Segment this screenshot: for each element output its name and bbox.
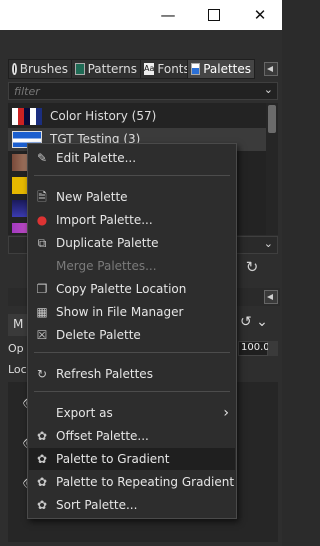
chevron-right-icon: › — [223, 405, 229, 421]
menu-item-label: Duplicate Palette — [56, 236, 159, 250]
window-titlebar: — ✕ — [0, 0, 282, 30]
delete-icon: ☒ — [36, 328, 48, 342]
lock-label: Loc — [8, 363, 27, 376]
tab-patterns[interactable]: Patterns — [71, 59, 141, 79]
edit-icon: ✎ — [36, 151, 48, 165]
menu-item-import-palette[interactable]: ● Import Palette... — [29, 209, 235, 231]
menu-item-show-in-file-manager[interactable]: ▦ Show in File Manager — [29, 301, 235, 323]
opacity-label: Op — [8, 342, 24, 355]
menu-item-label: Offset Palette... — [56, 429, 149, 443]
menu-item-sort-palette[interactable]: ✿ Sort Palette... — [29, 494, 235, 516]
menu-item-label: Palette to Gradient — [56, 452, 170, 466]
menu-item-label: Show in File Manager — [56, 305, 184, 319]
menu-item-label: Delete Palette — [56, 328, 141, 342]
fonts-icon: Aa — [144, 63, 155, 75]
plugin-icon: ✿ — [36, 475, 48, 489]
refresh-icon: ↻ — [36, 367, 48, 381]
mode-label: M — [13, 317, 24, 331]
palette-label: Color History (57) — [50, 109, 157, 123]
tab-patterns-label: Patterns — [87, 62, 137, 76]
menu-separator — [34, 352, 230, 353]
plugin-icon: ✿ — [36, 452, 48, 466]
menu-item-label: Copy Palette Location — [56, 282, 187, 296]
filter-input[interactable]: filter ⌄ — [8, 82, 278, 100]
menu-item-copy-palette-location[interactable]: ❐ Copy Palette Location — [29, 278, 235, 300]
menu-item-label: Sort Palette... — [56, 498, 138, 512]
menu-item-duplicate-palette[interactable]: ⧉ Duplicate Palette — [29, 232, 235, 254]
folder-icon: ▦ — [36, 305, 48, 319]
tab-palettes-label: Palettes — [203, 62, 251, 76]
menu-separator — [34, 175, 230, 176]
palette-context-menu: ✎ Edit Palette... 🗎 New Palette ● Import… — [27, 143, 237, 519]
close-icon[interactable]: ✕ — [237, 0, 283, 30]
opacity-spinner[interactable] — [268, 341, 278, 356]
palette-list-scrollbar[interactable] — [266, 103, 278, 235]
mode-select[interactable]: M — [8, 314, 28, 336]
palettes-icon — [191, 63, 201, 75]
patterns-icon — [75, 63, 85, 75]
tab-palettes[interactable]: Palettes — [187, 59, 255, 79]
menu-item-label: Merge Palettes... — [56, 259, 157, 273]
scrollbar-thumb[interactable] — [268, 105, 276, 133]
minimize-icon[interactable]: — — [145, 0, 191, 30]
palette-item[interactable]: Color History (57) — [8, 105, 266, 128]
menu-item-export-as[interactable]: Export as › — [29, 402, 235, 424]
dock-menu-button[interactable] — [264, 290, 278, 304]
refresh-icon[interactable]: ↻ — [242, 258, 262, 278]
brushes-icon — [12, 63, 17, 75]
chevron-down-icon[interactable]: ⌄ — [264, 83, 273, 96]
menu-item-new-palette[interactable]: 🗎 New Palette — [29, 186, 235, 208]
filter-placeholder: filter — [14, 85, 40, 98]
mode-reset-icon[interactable]: ↺ ⌄ — [240, 314, 278, 336]
copy-icon: ❐ — [36, 282, 48, 296]
menu-item-delete-palette[interactable]: ☒ Delete Palette — [29, 324, 235, 346]
menu-item-palette-to-gradient[interactable]: ✿ Palette to Gradient — [29, 448, 235, 470]
merge-icon — [35, 259, 49, 273]
tab-brushes-label: Brushes — [19, 62, 68, 76]
chevron-down-icon[interactable]: ⌄ — [264, 237, 273, 250]
menu-item-label: Export as — [56, 406, 113, 420]
duplicate-icon: ⧉ — [37, 236, 47, 250]
menu-item-label: Palette to Repeating Gradient — [56, 475, 235, 489]
tab-fonts[interactable]: Aa Fonts — [140, 59, 190, 79]
tab-brushes[interactable]: Brushes — [8, 59, 72, 79]
maximize-icon[interactable] — [191, 0, 237, 30]
opacity-value[interactable]: 100.0 — [238, 341, 270, 356]
plugin-icon: ✿ — [36, 429, 48, 443]
menu-item-merge-palettes: Merge Palettes... — [29, 255, 235, 277]
menu-item-palette-to-repeating-gradient[interactable]: ✿ Palette to Repeating Gradient — [29, 471, 235, 493]
menu-item-label: Edit Palette... — [56, 151, 137, 165]
menu-separator — [34, 391, 230, 392]
plugin-icon: ✿ — [36, 498, 48, 512]
import-icon: ● — [36, 213, 48, 227]
menu-item-label: New Palette — [56, 190, 128, 204]
menu-item-offset-palette[interactable]: ✿ Offset Palette... — [29, 425, 235, 447]
menu-item-refresh-palettes[interactable]: ↻ Refresh Palettes — [29, 363, 235, 385]
menu-item-edit-palette[interactable]: ✎ Edit Palette... — [29, 147, 235, 169]
menu-item-label: Refresh Palettes — [56, 367, 153, 381]
menu-item-label: Import Palette... — [56, 213, 153, 227]
new-icon: 🗎 — [37, 190, 47, 204]
palette-swatch — [12, 108, 42, 125]
tab-fonts-label: Fonts — [157, 62, 190, 76]
dock-menu-button[interactable] — [264, 62, 278, 76]
resource-tabs: Brushes Patterns Aa Fonts Palettes — [8, 59, 280, 79]
